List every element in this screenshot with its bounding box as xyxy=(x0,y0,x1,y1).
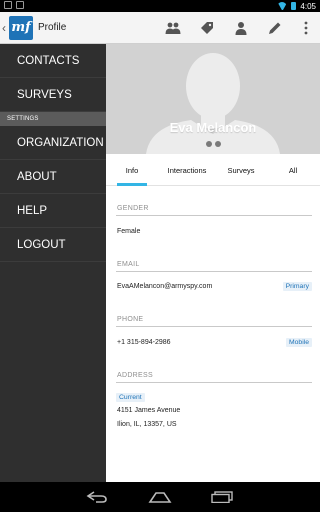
tab-info[interactable]: Info xyxy=(106,154,158,186)
back-button[interactable] xyxy=(82,488,112,506)
phone-type-badge: Mobile xyxy=(285,338,312,347)
system-nav-bar xyxy=(0,482,320,512)
page-title: Profile xyxy=(38,22,67,33)
notification-icon xyxy=(4,1,12,9)
gender-label: GENDER xyxy=(117,205,149,212)
divider xyxy=(116,271,312,272)
drawer-item-about[interactable]: ABOUT xyxy=(0,160,106,194)
navigation-drawer: CONTACTS SURVEYS SETTINGS ORGANIZATION A… xyxy=(0,44,106,482)
email-value[interactable]: EvaAMelancon@armyspy.com xyxy=(117,283,212,290)
drawer-item-help[interactable]: HELP xyxy=(0,194,106,228)
drawer-item-surveys[interactable]: SURVEYS xyxy=(0,78,106,112)
notification-icon xyxy=(16,1,24,9)
battery-icon xyxy=(291,2,297,10)
address-line-1[interactable]: 4151 James Avenue xyxy=(117,407,180,414)
person-button[interactable] xyxy=(224,12,258,44)
email-type-badge: Primary xyxy=(282,282,312,291)
page-dot xyxy=(205,141,212,147)
profile-tabs: Info Interactions Surveys All xyxy=(106,154,320,186)
home-button[interactable] xyxy=(145,488,175,506)
overflow-menu-button[interactable] xyxy=(292,12,320,44)
person-icon xyxy=(235,22,247,35)
recent-apps-icon xyxy=(211,491,233,503)
page-dot-active xyxy=(214,141,221,147)
gender-value: Female xyxy=(117,228,141,235)
divider xyxy=(116,326,312,327)
status-bar: 4:05 xyxy=(0,0,320,12)
tab-all[interactable]: All xyxy=(266,154,320,186)
page-indicator xyxy=(106,141,320,147)
divider xyxy=(116,382,312,383)
info-fields: GENDER Female EMAIL EvaAMelancon@armyspy… xyxy=(106,186,320,482)
pencil-icon xyxy=(269,22,281,34)
tab-interactions[interactable]: Interactions xyxy=(158,154,216,186)
group-button[interactable] xyxy=(156,12,190,44)
profile-panel: Eva Melancon Info Interactions Surveys A… xyxy=(106,44,320,482)
status-time: 4:05 xyxy=(300,1,316,11)
wifi-icon xyxy=(277,2,287,10)
profile-name: Eva Melancon xyxy=(169,120,257,135)
drawer-item-organization[interactable]: ORGANIZATION xyxy=(0,126,106,160)
tab-surveys[interactable]: Surveys xyxy=(216,154,266,186)
up-chevron-icon[interactable]: ‹ xyxy=(2,22,8,34)
avatar-placeholder-icon xyxy=(146,53,280,154)
profile-photo-pager[interactable]: Eva Melancon xyxy=(106,44,320,154)
drawer-item-logout[interactable]: LOGOUT xyxy=(0,228,106,262)
email-label: EMAIL xyxy=(117,261,140,268)
back-icon xyxy=(86,491,107,503)
divider xyxy=(116,215,312,216)
group-icon xyxy=(165,22,181,34)
phone-value[interactable]: +1 315-894-2986 xyxy=(117,339,171,346)
phone-label: PHONE xyxy=(117,316,144,323)
drawer-item-contacts[interactable]: CONTACTS xyxy=(0,44,106,78)
edit-button[interactable] xyxy=(258,12,292,44)
action-bar: ‹ mf Profile xyxy=(0,12,320,44)
address-type-badge: Current xyxy=(116,393,145,402)
address-line-2[interactable]: Ilion, IL, 13357, US xyxy=(117,421,177,428)
overflow-menu-icon xyxy=(304,21,308,35)
address-label: ADDRESS xyxy=(117,372,153,379)
tag-button[interactable] xyxy=(190,12,224,44)
tag-icon xyxy=(201,22,213,34)
drawer-section-settings: SETTINGS xyxy=(0,112,106,126)
recent-apps-button[interactable] xyxy=(207,488,237,506)
home-icon xyxy=(148,492,172,503)
app-logo[interactable]: mf xyxy=(9,15,33,40)
